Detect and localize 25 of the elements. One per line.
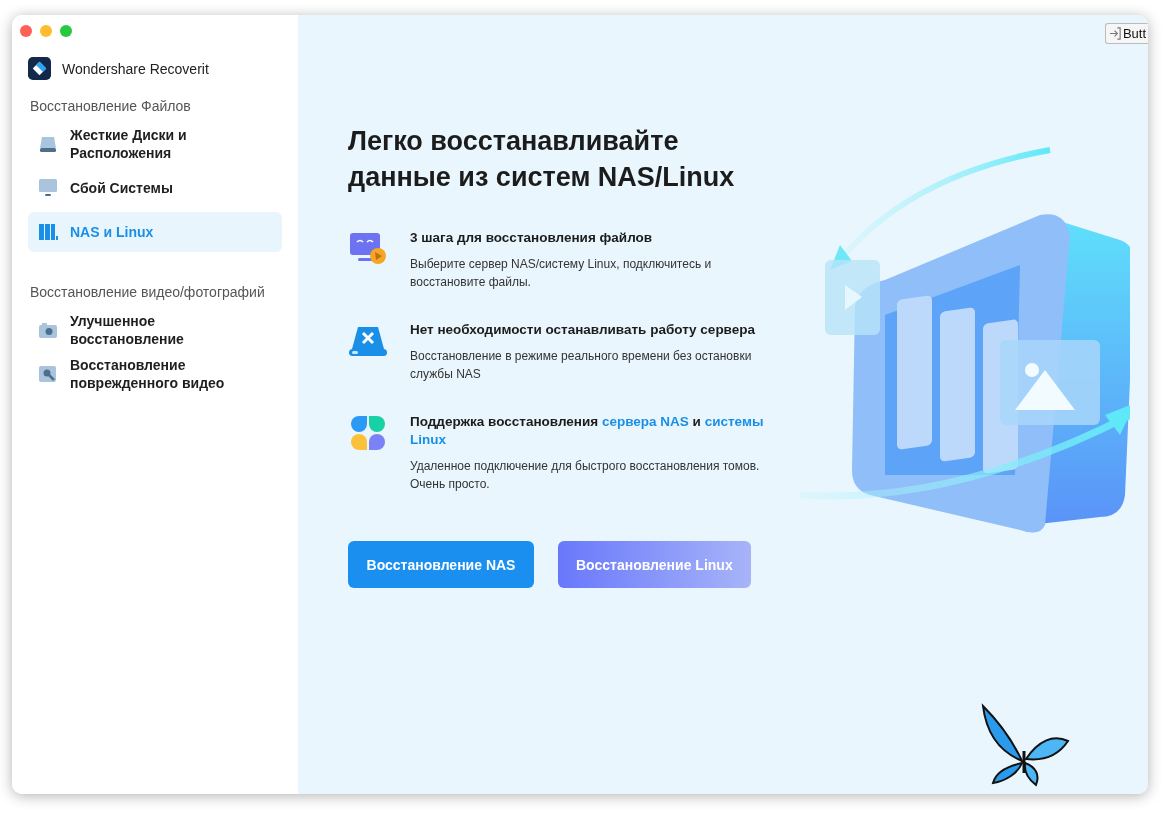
sign-in-icon xyxy=(1108,27,1122,40)
minimize-icon[interactable] xyxy=(40,25,52,37)
section-title: Восстановление видео/фотографий xyxy=(30,284,266,300)
feature-description: Удаленное подключение для быстрого восстановления томов. Очень просто. xyxy=(410,458,761,493)
zoom-icon[interactable] xyxy=(60,25,72,37)
feature-title: Нет необходимости останавливать работу сервера xyxy=(410,321,756,339)
feature-title: 3 шага для восстановления файлов xyxy=(410,229,654,247)
app-name: Wondershare Recoverit xyxy=(62,60,209,77)
sidebar-item[interactable]: Улучшенное восстановление xyxy=(28,310,282,350)
camera-icon xyxy=(38,320,58,340)
drive-icon xyxy=(38,134,58,154)
app-grid-icon xyxy=(348,413,388,453)
server-icon xyxy=(38,222,58,242)
feature-title: Поддержка восстановления сервера NAS и системы Linux xyxy=(410,413,765,449)
monitor-icon xyxy=(38,178,58,198)
page-title: Легко восстанавливайте данные из систем NAS/Linux xyxy=(348,125,736,194)
app-logo-icon xyxy=(28,57,51,80)
feature-description: Восстановление в режиме реального времени без остановки службы NAS xyxy=(410,348,753,383)
sidebar-item[interactable]: Восстановление поврежденного видео xyxy=(28,354,282,394)
feature-description: Выберите сервер NAS/систему Linux, подключитесь и восстановите файлы. xyxy=(410,256,713,291)
section-title: Восстановление Файлов xyxy=(30,98,192,114)
sidebar-item[interactable]: Жесткие Диски и Расположения xyxy=(28,124,282,164)
overlay-button[interactable]: Butt xyxy=(1104,23,1148,44)
close-icon[interactable] xyxy=(20,25,32,37)
sidebar-item[interactable]: Сбой Системы xyxy=(28,168,282,208)
